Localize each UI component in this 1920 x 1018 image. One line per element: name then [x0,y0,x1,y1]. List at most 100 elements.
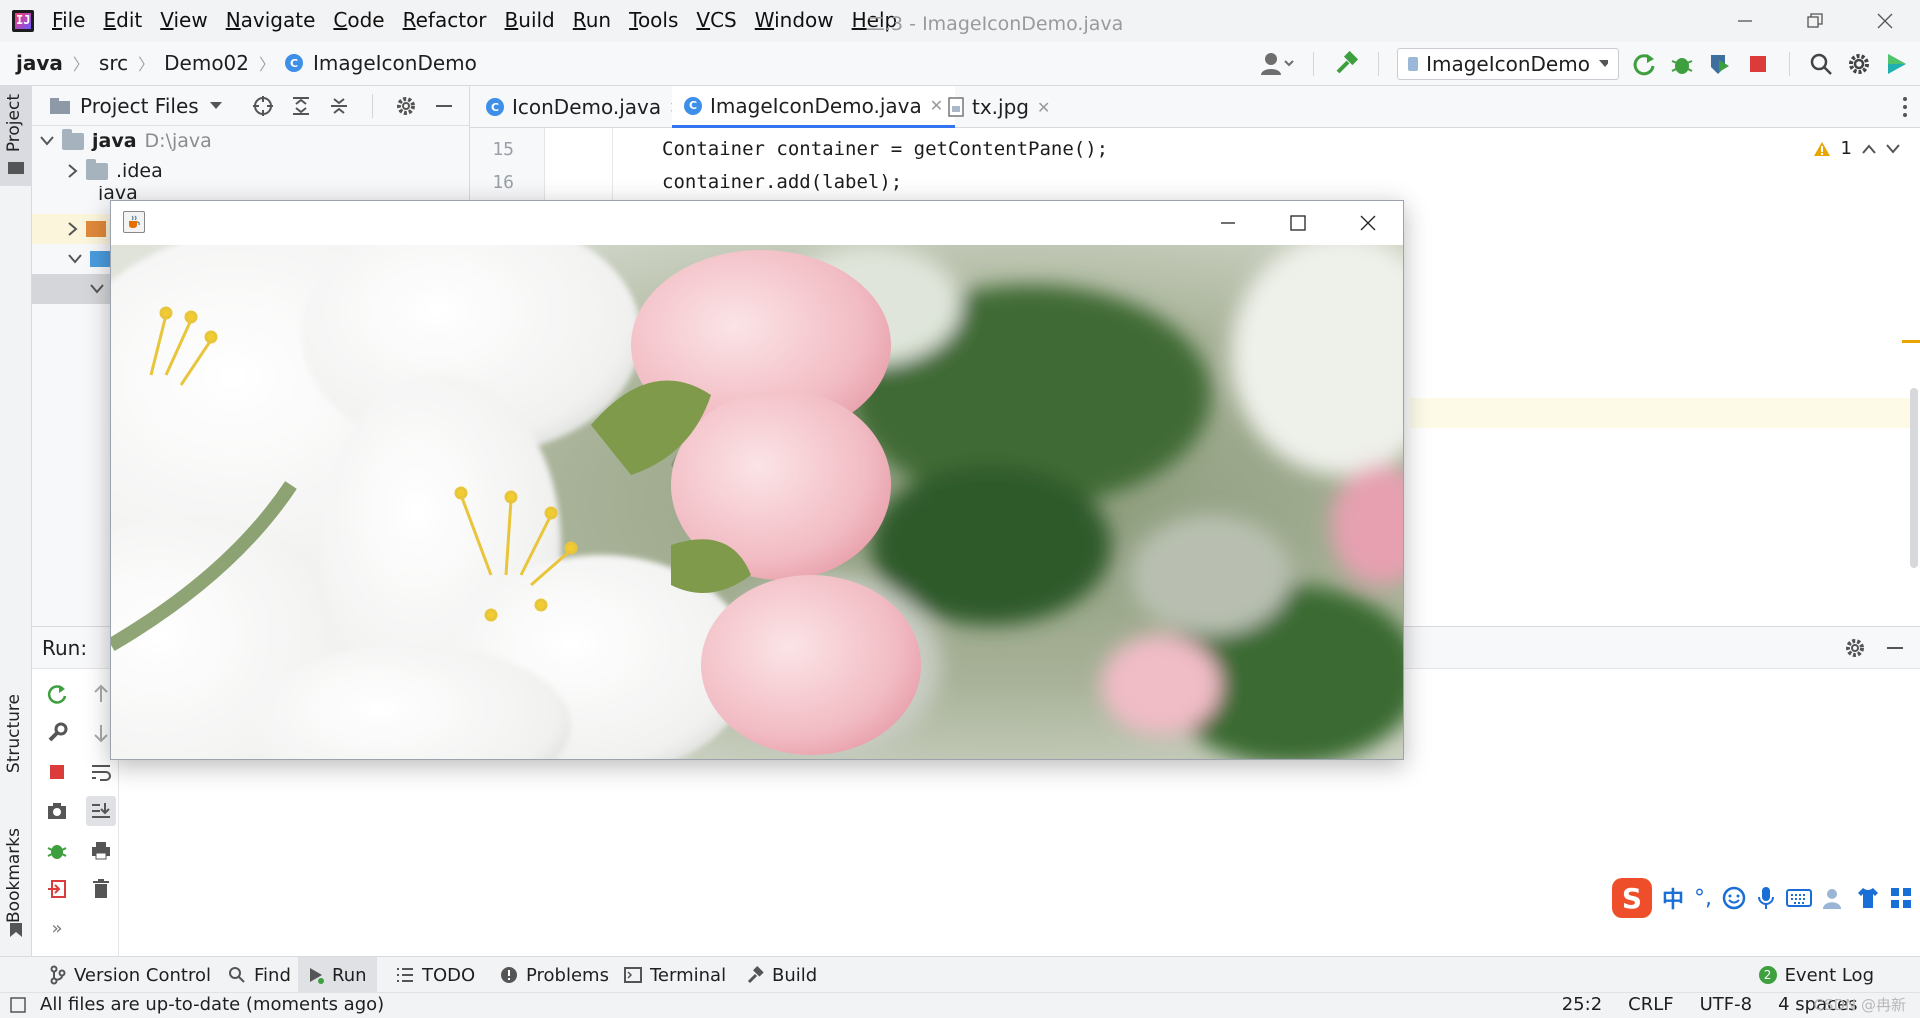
more-actions-button[interactable]: » [42,913,72,943]
run-icon [310,968,324,984]
breadcrumb-demo02[interactable]: Demo02 [164,51,249,75]
menu-navigate[interactable]: Navigate [226,8,316,32]
clear-console-button[interactable] [86,874,116,904]
project-view-select[interactable]: Project Files [80,94,199,118]
inspection-widget[interactable]: 1 [1813,138,1900,159]
coverage-icon[interactable] [1707,51,1733,77]
tab-label: Problems [526,964,609,986]
gear-icon[interactable] [1844,637,1866,659]
chevron-down-icon[interactable] [209,101,223,111]
status-bar: All files are up-to-date (moments ago) 2… [0,992,1920,1018]
expand-all-icon[interactable] [290,95,312,117]
rerun-icon[interactable] [1631,51,1657,77]
hide-panel-icon[interactable] [1884,637,1906,659]
double-chevron-icon: » [51,917,63,939]
debug-button[interactable] [42,835,72,865]
problems-tab[interactable]: Problems [490,957,619,993]
edit-configuration-button[interactable] [42,718,72,748]
debug-icon[interactable] [1669,51,1695,77]
soft-wrap-button[interactable] [86,757,116,787]
search-icon[interactable] [1808,51,1834,77]
gear-icon[interactable] [1846,51,1872,77]
menu-vcs[interactable]: VCS [696,8,736,32]
locate-icon[interactable] [252,95,274,117]
tab-icondemo[interactable]: C IconDemo.java ✕ [474,86,695,128]
tree-node-java-root[interactable]: java D:\java [32,126,212,156]
close-tab-icon[interactable]: ✕ [1037,98,1050,117]
menu-refactor[interactable]: Refactor [403,8,487,32]
line-separator[interactable]: CRLF [1628,994,1673,1015]
java-maximize-button[interactable] [1263,201,1333,245]
restore-button[interactable] [1780,0,1850,42]
menu-build[interactable]: Build [505,8,555,32]
breadcrumb-imageicondemo[interactable]: ImageIconDemo [313,51,477,75]
chevron-down-icon[interactable] [1886,143,1900,154]
menu-view[interactable]: View [160,8,207,32]
tree-node-idea[interactable]: .idea [32,156,163,186]
tree-node-partial[interactable]: java [32,186,138,200]
chevron-up-icon[interactable] [1862,143,1876,154]
chevron-down-icon [68,254,82,264]
structure-tool-tab[interactable]: Structure [4,694,24,773]
warning-stripe-marker[interactable] [1902,340,1920,343]
ime-language-toggle[interactable]: 中 [1662,882,1684,914]
tab-options-icon[interactable] [1902,96,1908,118]
menu-run[interactable]: Run [573,8,611,32]
stop-button[interactable] [42,757,72,787]
user-icon[interactable] [1822,886,1846,910]
tab-imageicondemo[interactable]: C ImageIconDemo.java ✕ [672,86,956,128]
find-tab[interactable]: Find [218,957,301,993]
exit-button[interactable] [42,874,72,904]
bookmarks-tool-tab[interactable]: Bookmarks [4,828,24,923]
menu-edit[interactable]: Edit [103,8,142,32]
print-button[interactable] [86,835,116,865]
build-tab[interactable]: Build [736,957,827,993]
punctuation-icon[interactable]: °, [1694,886,1712,911]
menu-file[interactable]: File [52,8,85,32]
tab-tx-jpg[interactable]: tx.jpg ✕ [936,86,1062,128]
gear-icon[interactable] [395,95,417,117]
tab-label: IconDemo.java [512,95,662,119]
terminal-tab[interactable]: Terminal [614,957,736,993]
toggle-tool-windows-icon[interactable] [10,996,26,1013]
emoji-icon[interactable] [1722,886,1746,910]
microphone-icon[interactable] [1756,886,1776,910]
rerun-button[interactable] [42,679,72,709]
java-window-titlebar[interactable] [111,201,1403,245]
editor-scrollbar[interactable] [1910,388,1918,568]
build-hammer-icon[interactable] [1332,50,1360,78]
breadcrumb-java[interactable]: java [16,51,63,75]
minimize-button[interactable] [1710,0,1780,42]
sogou-logo-icon[interactable]: S [1612,878,1652,918]
todo-tab[interactable]: TODO [386,957,485,993]
collapse-all-icon[interactable] [328,95,350,117]
caret-position[interactable]: 25:2 [1562,994,1602,1015]
scroll-to-end-button[interactable] [86,796,116,826]
minimize-icon [1738,20,1752,22]
run-configuration-select[interactable]: ImageIconDemo [1397,48,1619,80]
screenshot-button[interactable] [42,796,72,826]
stop-icon[interactable] [1745,51,1771,77]
menu-tools[interactable]: Tools [629,8,678,32]
tree-node-src[interactable] [32,244,110,274]
java-close-button[interactable] [1333,201,1403,245]
blossom-photo [111,245,1403,759]
java-minimize-button[interactable] [1193,201,1263,245]
code-with-me-icon[interactable] [1884,51,1910,77]
menu-code[interactable]: Code [333,8,384,32]
tab-label: Build [772,964,818,986]
project-tool-tab[interactable]: Project [0,86,32,186]
keyboard-icon[interactable] [1786,888,1813,908]
hide-panel-icon[interactable] [433,95,455,117]
toolbox-grid-icon[interactable] [1890,887,1912,909]
close-window-button[interactable] [1850,0,1920,42]
skin-shirt-icon[interactable] [1856,886,1880,910]
user-icon[interactable] [1259,49,1295,79]
line-number: 16 [492,172,514,193]
breadcrumb-src[interactable]: src [99,51,128,75]
event-log-tab[interactable]: 2 Event Log [1749,957,1884,993]
file-encoding[interactable]: UTF-8 [1700,994,1752,1015]
menu-window[interactable]: Window [755,8,834,32]
version-control-tab[interactable]: Version Control [40,957,221,993]
run-tab[interactable]: Run [298,957,377,993]
